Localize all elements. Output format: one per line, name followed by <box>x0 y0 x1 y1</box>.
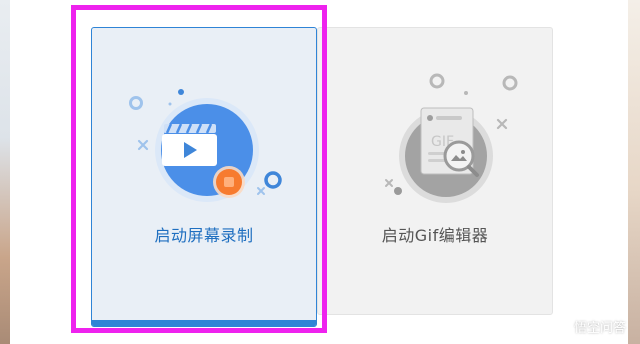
background-right-edge <box>628 0 640 344</box>
selection-highlight-frame <box>71 5 327 333</box>
start-gif-editor-card[interactable]: GIF 启动Gif编辑器 <box>317 27 553 315</box>
start-gif-editor-label: 启动Gif编辑器 <box>381 226 489 245</box>
background-left-edge <box>0 0 10 344</box>
wukong-watermark: 悟空问答 <box>550 317 626 336</box>
gif-editor-icon: GIF <box>385 73 518 203</box>
watermark-text: 悟空问答 <box>573 321 626 336</box>
wukong-logo-icon <box>550 319 570 334</box>
